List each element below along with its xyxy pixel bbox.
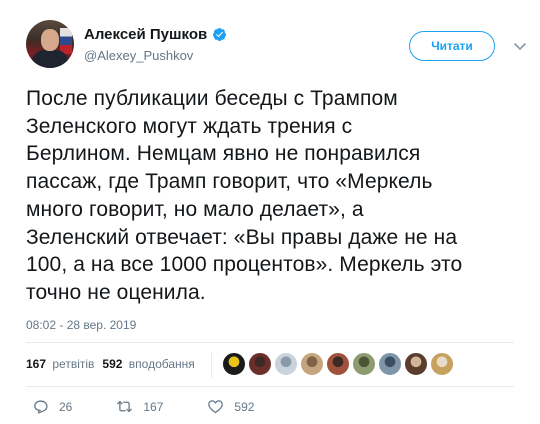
avatar-face-decor [41,29,59,51]
divider-top [26,342,514,343]
tweet-text-line: 100, а на все 1000 процентов». Меркель э… [26,253,463,277]
reply-count: 26 [59,399,73,414]
tweet-text-line: Зеленский отвечает: «Вы правы даже не на [26,225,458,249]
like-count: 592 [234,399,255,414]
stats-separator [211,352,212,378]
like-action[interactable]: 592 [207,398,254,415]
retweet-count: 167 [143,399,164,414]
tweet-text: После публикации беседы с Трампом Зеленс… [26,85,526,307]
retweets-stat[interactable]: 167 ретвітів [26,357,94,371]
liker-avatar[interactable] [300,352,324,376]
divider-bottom [26,386,514,387]
chevron-down-icon[interactable] [512,38,528,54]
liker-avatar[interactable] [430,352,454,376]
tweet-text-line: много говорит, но мало делает», а [26,197,364,221]
author-avatar[interactable] [26,20,74,68]
follow-button[interactable]: Читати [409,31,495,61]
tweet-card: Алексей Пушков @Alexey_Pushkov Читати По… [0,0,540,424]
retweet-action[interactable]: 167 [116,398,163,415]
reply-action[interactable]: 26 [32,398,72,415]
likes-stat-label: вподобання [128,357,195,371]
tweet-text-line: пассаж, где Трамп говорит, что «Меркель [26,170,433,194]
tweet-text-line: После публикации беседы с Трампом [26,87,398,110]
tweet-text-line: Берлином. Немцам явно не понравился [26,142,421,166]
tweet-text-line: точно не оценила. [26,280,206,304]
author-handle[interactable]: @Alexey_Pushkov [84,48,193,63]
liker-avatar[interactable] [378,352,402,376]
author-display-name[interactable]: Алексей Пушков [84,26,207,43]
liker-avatar[interactable] [274,352,298,376]
liker-avatar[interactable] [222,352,246,376]
tweet-timestamp[interactable]: 08:02 - 28 вер. 2019 [26,318,136,332]
liker-avatar[interactable] [404,352,428,376]
retweets-stat-count: 167 [26,357,47,371]
liker-avatars [222,352,454,376]
likes-stat[interactable]: 592 вподобання [102,357,194,371]
liker-avatar[interactable] [248,352,272,376]
author-name-row: Алексей Пушков [84,26,227,43]
retweets-stat-label: ретвітів [52,357,95,371]
tweet-actions: 26 167 592 [32,398,298,415]
verified-badge-icon [213,27,227,42]
retweet-icon [117,400,133,413]
liker-avatar[interactable] [352,352,376,376]
heart-icon [208,400,224,414]
engagement-stats: 167 ретвітів 592 вподобання [26,352,203,376]
tweet-text-line: Зеленского могут ждать трения с [26,114,353,138]
avatar-flag-decor [60,28,72,54]
avatar-suit-decor [32,50,68,68]
reply-icon [34,400,48,414]
likes-stat-count: 592 [102,357,123,371]
liker-avatar[interactable] [326,352,350,376]
